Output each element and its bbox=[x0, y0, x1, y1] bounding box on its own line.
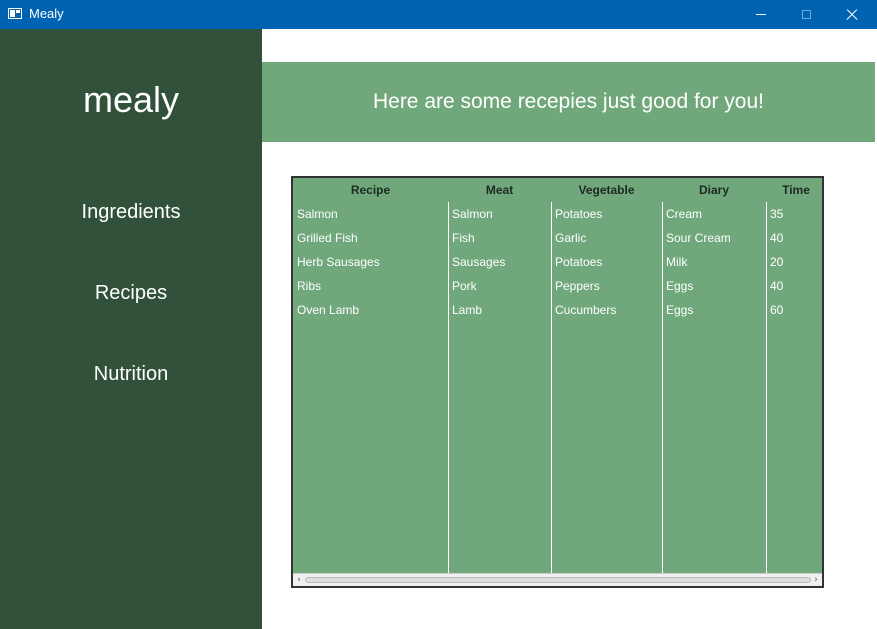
table-row[interactable]: Oven Lamb Lamb Cucumbers Eggs 60 bbox=[293, 298, 822, 322]
close-icon bbox=[846, 9, 858, 21]
cell-diary: Cream bbox=[666, 207, 703, 221]
close-button[interactable] bbox=[829, 0, 875, 29]
cell-vegetable: Potatoes bbox=[555, 207, 603, 221]
app-logo: mealy bbox=[82, 79, 180, 120]
cell-meat: Fish bbox=[452, 231, 475, 245]
scroll-left-icon[interactable]: ‹ bbox=[294, 574, 304, 586]
cell-diary: Milk bbox=[666, 255, 688, 269]
column-header-diary[interactable]: Diary bbox=[662, 178, 766, 202]
cell-diary: Eggs bbox=[666, 303, 694, 317]
column-header-recipe[interactable]: Recipe bbox=[293, 178, 448, 202]
cell-time: 40 bbox=[770, 279, 784, 293]
table-header: Recipe Meat Vegetable Diary Time bbox=[293, 178, 822, 202]
window-titlebar[interactable]: Mealy bbox=[0, 0, 877, 29]
cell-recipe: Salmon bbox=[297, 207, 338, 221]
cell-recipe: Oven Lamb bbox=[297, 303, 360, 317]
cell-meat: Salmon bbox=[452, 207, 493, 221]
cell-recipe: Grilled Fish bbox=[297, 231, 358, 245]
table-row[interactable]: Herb Sausages Sausages Potatoes Milk 20 bbox=[293, 250, 822, 274]
cell-meat: Pork bbox=[452, 279, 477, 293]
banner: Here are some recepies just good for you… bbox=[262, 62, 875, 142]
cell-time: 35 bbox=[770, 207, 784, 221]
cell-time: 60 bbox=[770, 303, 784, 317]
cell-recipe: Herb Sausages bbox=[297, 255, 380, 269]
scrollbar-thumb[interactable] bbox=[305, 577, 811, 583]
column-header-meat[interactable]: Meat bbox=[448, 178, 551, 202]
cell-time: 20 bbox=[770, 255, 784, 269]
maximize-button[interactable] bbox=[783, 0, 829, 29]
banner-text: Here are some recepies just good for you… bbox=[372, 90, 765, 113]
table-row[interactable]: Ribs Pork Peppers Eggs 40 bbox=[293, 274, 822, 298]
cell-meat: Sausages bbox=[452, 255, 506, 269]
app-window-icon bbox=[8, 8, 22, 19]
cell-meat: Lamb bbox=[452, 303, 483, 317]
cell-vegetable: Potatoes bbox=[555, 255, 603, 269]
scroll-right-icon[interactable]: › bbox=[811, 574, 821, 586]
minimize-icon bbox=[756, 14, 766, 15]
column-header-time[interactable]: Time bbox=[766, 178, 822, 202]
cell-recipe: Ribs bbox=[297, 279, 322, 293]
maximize-icon bbox=[801, 10, 811, 19]
table-row[interactable]: Grilled Fish Fish Garlic Sour Cream 40 bbox=[293, 226, 822, 250]
window-title: Mealy bbox=[29, 6, 64, 21]
cell-diary: Sour Cream bbox=[666, 231, 731, 245]
horizontal-scrollbar[interactable]: ‹ › bbox=[293, 573, 822, 586]
sidebar-item-ingredients[interactable]: Ingredients bbox=[0, 201, 262, 224]
sidebar-item-recipes[interactable]: Recipes bbox=[0, 282, 262, 305]
cell-time: 40 bbox=[770, 231, 784, 245]
cell-vegetable: Cucumbers bbox=[555, 303, 617, 317]
cell-diary: Eggs bbox=[666, 279, 694, 293]
main-content: Here are some recepies just good for you… bbox=[262, 29, 875, 629]
cell-vegetable: Peppers bbox=[555, 279, 600, 293]
minimize-button[interactable] bbox=[738, 0, 784, 29]
sidebar-item-nutrition[interactable]: Nutrition bbox=[0, 363, 262, 386]
recipes-table[interactable]: Recipe Meat Vegetable Diary Time Salmon … bbox=[291, 176, 824, 588]
column-header-vegetable[interactable]: Vegetable bbox=[551, 178, 662, 202]
sidebar: mealy Ingredients Recipes Nutrition bbox=[0, 29, 262, 629]
cell-vegetable: Garlic bbox=[555, 231, 587, 245]
table-row[interactable]: Salmon Salmon Potatoes Cream 35 bbox=[293, 202, 822, 226]
